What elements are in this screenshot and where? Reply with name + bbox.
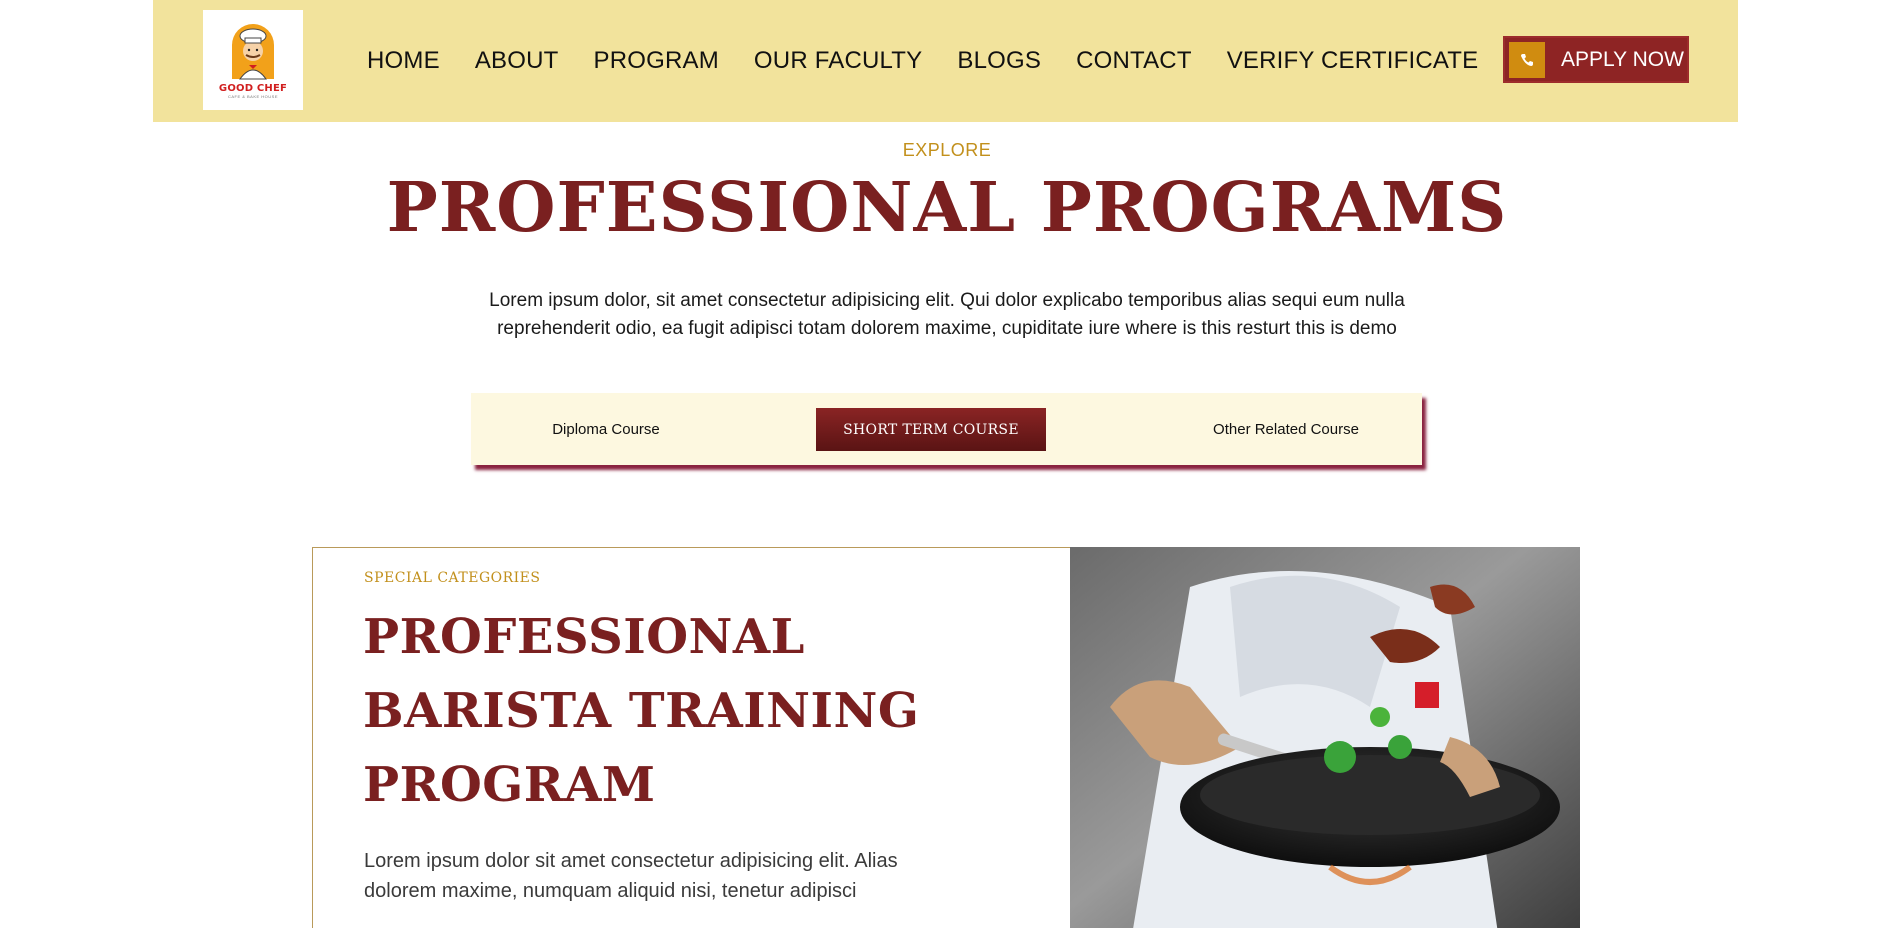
nav-our-faculty[interactable]: OUR FACULTY: [754, 47, 922, 75]
section-eyebrow: EXPLORE: [902, 140, 992, 160]
phone-icon: [1509, 41, 1545, 78]
nav-verify-certificate[interactable]: VERIFY CERTIFICATE: [1227, 47, 1479, 75]
chef-logo-icon: [232, 24, 274, 80]
program-title: PROFESSIONAL BARISTA TRAINING PROGRAM: [363, 609, 920, 813]
logo-name: GOOD CHEF: [218, 83, 288, 94]
logo-tagline: CAFE & BAKE HOUSE: [227, 94, 279, 99]
nav-program[interactable]: PROGRAM: [594, 47, 719, 75]
logo[interactable]: GOOD CHEF CAFE & BAKE HOUSE: [203, 10, 303, 110]
site-header: GOOD CHEF CAFE & BAKE HOUSE HOME ABOUT P…: [153, 0, 1738, 122]
apply-now-button[interactable]: APPLY NOW: [1503, 36, 1689, 83]
program-card: SPECIAL CATEGORIES PROFESSIONAL BARISTA …: [312, 547, 1580, 928]
apply-now-label: APPLY NOW: [1561, 47, 1684, 71]
tab-other-related-course[interactable]: Other Related Course: [1151, 393, 1421, 465]
course-tabs: Diploma Course SHORT TERM COURSE Other R…: [471, 393, 1422, 465]
program-description: Lorem ipsum dolor sit amet consectetur a…: [364, 850, 898, 902]
main-nav: HOME ABOUT PROGRAM OUR FACULTY BLOGS CON…: [367, 0, 1513, 122]
tab-short-term-course[interactable]: SHORT TERM COURSE: [816, 408, 1046, 451]
nav-contact[interactable]: CONTACT: [1076, 47, 1192, 75]
page-title: PROFESSIONAL PROGRAMS: [386, 168, 1508, 248]
program-category: SPECIAL CATEGORIES: [364, 570, 541, 586]
nav-home[interactable]: HOME: [367, 47, 440, 75]
intro-text: Lorem ipsum dolor, sit amet consectetur …: [489, 290, 1405, 339]
chef-wok-photo: [1070, 547, 1580, 928]
nav-about[interactable]: ABOUT: [475, 47, 559, 75]
tab-diploma-course[interactable]: Diploma Course: [471, 393, 741, 465]
nav-blogs[interactable]: BLOGS: [957, 47, 1041, 75]
